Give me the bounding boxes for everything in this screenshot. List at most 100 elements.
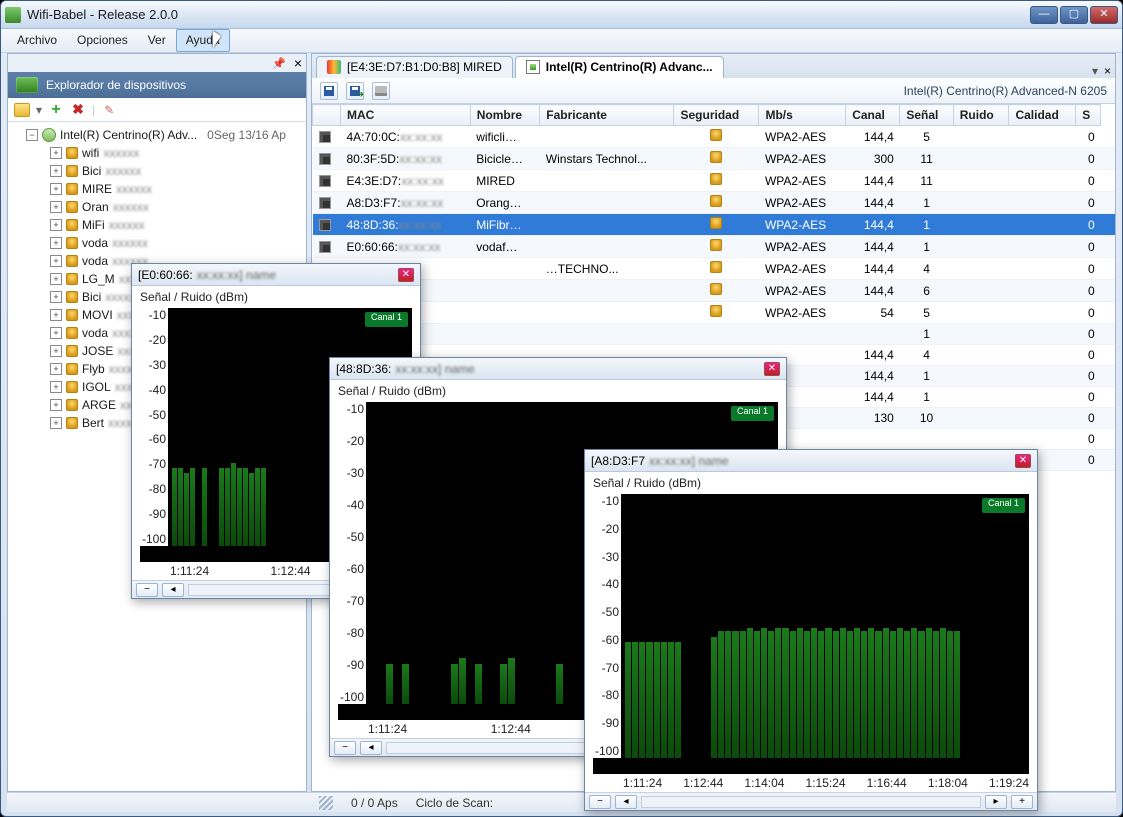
menu-ayuda[interactable]: Ayuda xyxy=(176,29,230,52)
tree-toggle[interactable]: + xyxy=(50,327,62,339)
table-row[interactable]: 48:8D:36:xx:xx:xxMiFibr…WPA2-AES144,410 xyxy=(313,214,1116,236)
panel-close-icon[interactable]: × xyxy=(294,55,302,71)
table-row[interactable]: 80:3F:5D:xx:xx:xxBicicle…Winstars Techno… xyxy=(313,148,1116,170)
menubar: ArchivoOpcionesVerAyuda xyxy=(1,29,1122,53)
table-row[interactable]: E0:60:66:xx:xx:xxvodaf…WPA2-AES144,410 xyxy=(313,236,1116,258)
tree-toggle[interactable]: + xyxy=(50,381,62,393)
table-row[interactable]: A8:D3:F7:xx:xx:xxOrang…WPA2-AES144,410 xyxy=(313,192,1116,214)
chart-scrollbar[interactable]: −◂ ▸ + xyxy=(585,792,1037,810)
lock-icon xyxy=(66,183,78,195)
menu-ver[interactable]: Ver xyxy=(138,29,176,52)
adapter-status: 0Seg 13/16 Ap xyxy=(207,128,286,142)
lock-icon xyxy=(66,399,78,411)
explorer-icon xyxy=(16,77,38,93)
tree-toggle[interactable]: + xyxy=(50,255,62,267)
menu-opciones[interactable]: Opciones xyxy=(67,29,138,52)
table-row[interactable]: xx:xx:xxWPA2-AES5450 xyxy=(313,302,1116,324)
tree-toggle[interactable]: + xyxy=(50,201,62,213)
tab-label: Intel(R) Centrino(R) Advanc... xyxy=(546,60,713,74)
lock-icon xyxy=(66,219,78,231)
col-Nombre[interactable]: Nombre xyxy=(470,105,540,126)
app-window: Wifi-Babel - Release 2.0.0 — ▢ ✕ Archivo… xyxy=(0,0,1123,817)
tree-toggle[interactable]: + xyxy=(50,309,62,321)
col-Seguridad[interactable]: Seguridad xyxy=(674,105,759,126)
maximize-button[interactable]: ▢ xyxy=(1060,6,1088,24)
scroll-minus[interactable]: − xyxy=(589,795,611,809)
tree-toggle[interactable]: + xyxy=(50,345,62,357)
scroll-right[interactable]: ▸ xyxy=(985,795,1007,809)
col-S[interactable]: S xyxy=(1076,105,1101,126)
close-button[interactable]: ✕ xyxy=(1090,6,1118,24)
chart-titlebar[interactable]: [48:8D:36:xx:xx:xx] name✕ xyxy=(330,358,786,380)
chart-titlebar[interactable]: [E0:60:66:xx:xx:xx] name✕ xyxy=(132,264,420,286)
folder-icon[interactable] xyxy=(14,102,30,118)
chart-close-button[interactable]: ✕ xyxy=(764,362,780,376)
chart-axis-label: Señal / Ruido (dBm) xyxy=(132,286,420,304)
col-Canal[interactable]: Canal xyxy=(846,105,900,126)
chart-titlebar[interactable]: [A8:D3:F7xx:xx:xx] name✕ xyxy=(585,450,1037,472)
tab[interactable]: [E4:3E:D7:B1:D0:B8] MIRED xyxy=(316,56,513,78)
tree-network-item[interactable]: +MIRExxxxxx xyxy=(14,180,302,198)
delete-button[interactable]: ✖ xyxy=(70,102,86,118)
scroll-plus[interactable]: + xyxy=(1011,795,1033,809)
lock-icon xyxy=(66,363,78,375)
tab-icon xyxy=(327,60,341,74)
col-Fabricante[interactable]: Fabricante xyxy=(540,105,674,126)
col-Señal[interactable]: Señal xyxy=(900,105,953,126)
tree-toggle[interactable]: + xyxy=(50,165,62,177)
signal-icon xyxy=(319,153,331,165)
chart-plot: Canal 1-10-20-30-40-50-60-70-80-90-100 xyxy=(593,494,1029,774)
scroll-left[interactable]: ◂ xyxy=(162,583,184,597)
tree-network-item[interactable]: +MiFixxxxxx xyxy=(14,216,302,234)
clear-button[interactable]: ✎ xyxy=(101,102,117,118)
tree-toggle[interactable]: + xyxy=(50,147,62,159)
col-Calidad[interactable]: Calidad xyxy=(1009,105,1076,126)
save-button[interactable] xyxy=(320,82,338,100)
print-button[interactable] xyxy=(372,82,390,100)
col-MAC[interactable]: MAC xyxy=(341,105,471,126)
titlebar[interactable]: Wifi-Babel - Release 2.0.0 — ▢ ✕ xyxy=(1,1,1122,29)
chart-title: [A8:D3:F7 xyxy=(591,454,645,468)
tabstrip-menu-icon[interactable]: ▾ xyxy=(1092,64,1098,78)
scroll-left[interactable]: ◂ xyxy=(615,795,637,809)
scroll-minus[interactable]: − xyxy=(334,741,356,755)
table-row[interactable]: xx:xx:xx…TECHNO...WPA2-AES144,440 xyxy=(313,258,1116,280)
signal-chart-window[interactable]: [A8:D3:F7xx:xx:xx] name✕Señal / Ruido (d… xyxy=(584,449,1038,811)
tree-toggle[interactable]: − xyxy=(26,129,38,141)
add-button[interactable]: + xyxy=(48,102,64,118)
tree-network-item[interactable]: +Bicixxxxxx xyxy=(14,162,302,180)
tree-network-item[interactable]: +vodaxxxxxx xyxy=(14,234,302,252)
scroll-minus[interactable]: − xyxy=(136,583,158,597)
table-row[interactable]: xx:xx:xxWPA2-AES144,460 xyxy=(313,280,1116,302)
col-Ruido[interactable]: Ruido xyxy=(953,105,1009,126)
tree-toggle[interactable]: + xyxy=(50,417,62,429)
scroll-left[interactable]: ◂ xyxy=(360,741,382,755)
table-row[interactable]: 4A:70:0C:xx:xx:xxwificli…WPA2-AES144,450 xyxy=(313,126,1116,148)
lock-icon xyxy=(710,261,722,273)
chart-close-button[interactable]: ✕ xyxy=(398,268,414,282)
table-row[interactable]: E4:3E:D7:xx:xx:xxMIREDWPA2-AES144,4110 xyxy=(313,170,1116,192)
pin-icon[interactable]: 📌 xyxy=(272,57,286,70)
chart-close-button[interactable]: ✕ xyxy=(1015,454,1031,468)
adapter-node[interactable]: Intel(R) Centrino(R) Adv... xyxy=(60,128,197,142)
menu-archivo[interactable]: Archivo xyxy=(7,29,67,52)
tree-network-item[interactable]: +Oranxxxxxx xyxy=(14,198,302,216)
tree-toggle[interactable]: + xyxy=(50,273,62,285)
lock-icon xyxy=(710,283,722,295)
tree-toggle[interactable]: + xyxy=(50,219,62,231)
export-button[interactable]: ➜ xyxy=(346,82,364,100)
tree-network-item[interactable]: +wifixxxxxx xyxy=(14,144,302,162)
col-Mb/s[interactable]: Mb/s xyxy=(759,105,846,126)
lock-icon xyxy=(710,217,722,229)
tree-toggle[interactable]: + xyxy=(50,183,62,195)
resize-grip-icon[interactable] xyxy=(319,796,333,810)
tab[interactable]: Intel(R) Centrino(R) Advanc... xyxy=(515,56,724,78)
tree-toggle[interactable]: + xyxy=(50,237,62,249)
signal-icon xyxy=(319,197,331,209)
tabstrip-close-icon[interactable]: × xyxy=(1104,64,1111,78)
tree-toggle[interactable]: + xyxy=(50,399,62,411)
tree-toggle[interactable]: + xyxy=(50,363,62,375)
minimize-button[interactable]: — xyxy=(1030,6,1058,24)
table-row[interactable]: xx:xx:xx10 xyxy=(313,324,1116,345)
tree-toggle[interactable]: + xyxy=(50,291,62,303)
